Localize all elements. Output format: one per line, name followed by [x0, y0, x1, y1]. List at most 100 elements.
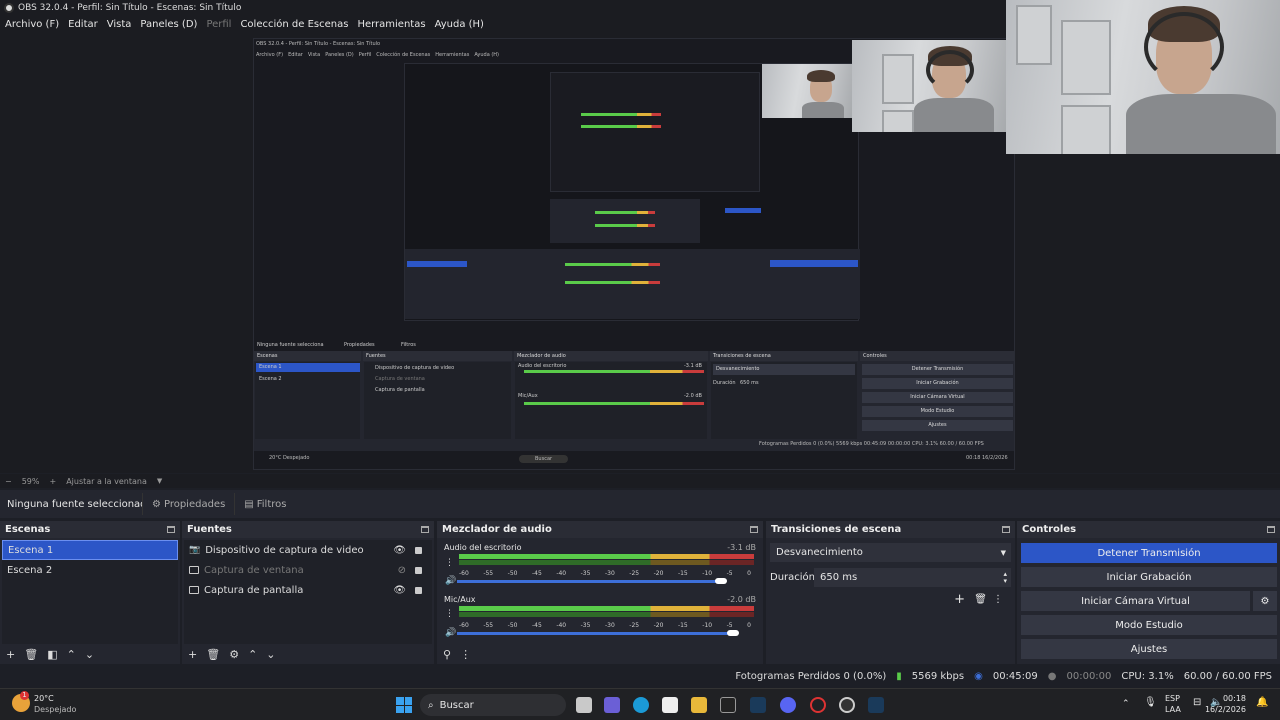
- lock-icon[interactable]: [415, 546, 422, 554]
- scenes-dock: Escenas Escena 1 Escena 2 + 🗑 ◧ ⌃ ⌄: [0, 521, 180, 664]
- trash-icon[interactable]: 🗑: [206, 648, 220, 661]
- zoom-in-button[interactable]: +: [49, 477, 56, 486]
- duration-input[interactable]: 650 ms ▴ ▾: [814, 568, 1011, 587]
- zoom-dropdown-icon[interactable]: ▼: [157, 477, 162, 485]
- speaker-icon[interactable]: 🔊: [445, 576, 456, 586]
- float-icon[interactable]: [167, 526, 175, 533]
- settings-button[interactable]: Ajustes: [1021, 639, 1277, 659]
- meter-tick: -30: [604, 622, 615, 629]
- store-icon[interactable]: [662, 697, 678, 713]
- nested-dur-value: 650 ms: [740, 380, 759, 386]
- obs-taskbar-icon[interactable]: [839, 697, 855, 713]
- chevron-down-icon[interactable]: ⌄: [85, 648, 94, 661]
- menu-coleccion-escenas[interactable]: Colección de Escenas: [240, 19, 348, 30]
- kebab-icon[interactable]: ⋮: [445, 558, 454, 568]
- webcam-medium: [852, 40, 1006, 132]
- volume-slider[interactable]: [457, 630, 739, 636]
- lang-2[interactable]: LAA: [1165, 705, 1181, 714]
- teams-icon[interactable]: [604, 697, 620, 713]
- add-icon[interactable]: +: [954, 592, 965, 607]
- speaker-icon[interactable]: 🔊: [445, 628, 456, 638]
- trash-icon[interactable]: 🗑: [24, 648, 38, 661]
- kebab-icon[interactable]: ⋮: [993, 594, 1003, 605]
- meter-tick: -10: [702, 570, 713, 577]
- menu-paneles[interactable]: Paneles (D): [140, 19, 197, 30]
- add-icon[interactable]: +: [6, 648, 15, 661]
- eye-icon[interactable]: 👁: [393, 545, 406, 556]
- eye-icon[interactable]: 👁: [393, 585, 406, 596]
- menu-perfil[interactable]: Perfil: [206, 19, 231, 30]
- epic-games-icon[interactable]: [720, 697, 736, 713]
- transitions-header: Transiciones de escena: [766, 521, 1015, 538]
- lang-1[interactable]: ESP: [1165, 694, 1180, 703]
- source-item[interactable]: Captura de pantalla 👁: [184, 580, 432, 600]
- volume-slider[interactable]: [457, 578, 727, 584]
- menu-ayuda[interactable]: Ayuda (H): [435, 19, 484, 30]
- link-icon[interactable]: ⚲: [443, 648, 451, 661]
- spin-arrows-icon[interactable]: ▴ ▾: [1003, 570, 1007, 585]
- filters-button[interactable]: ▤ Filtros: [234, 493, 295, 515]
- trash-icon[interactable]: 🗑: [974, 594, 987, 605]
- taskbar-search[interactable]: ⌕ Buscar: [420, 694, 566, 716]
- bell-icon[interactable]: 🔔: [1256, 697, 1268, 708]
- filters-icon[interactable]: ◧: [47, 648, 57, 661]
- steam-2-icon[interactable]: [868, 697, 884, 713]
- channel-db: -2.0 dB: [727, 595, 756, 604]
- lock-icon[interactable]: [415, 566, 422, 574]
- add-icon[interactable]: +: [188, 648, 197, 661]
- stop-streaming-button[interactable]: Detener Transmisión: [1021, 543, 1277, 563]
- float-icon[interactable]: [1267, 526, 1275, 533]
- slider-knob[interactable]: [715, 578, 727, 584]
- start-recording-button[interactable]: Iniciar Grabación: [1021, 567, 1277, 587]
- float-icon[interactable]: [1002, 526, 1010, 533]
- edge-icon[interactable]: [633, 697, 649, 713]
- float-icon[interactable]: [421, 526, 429, 533]
- fps: 60.00 / 60.00 FPS: [1183, 670, 1272, 682]
- clock-date[interactable]: 16/2/2026: [1200, 705, 1246, 714]
- slider-knob[interactable]: [727, 630, 739, 636]
- chevron-down-icon[interactable]: ⌄: [266, 648, 275, 661]
- kebab-icon[interactable]: ⋮: [460, 648, 471, 661]
- gear-icon: ⚙: [1260, 595, 1270, 607]
- source-item[interactable]: Captura de ventana ⊘: [184, 560, 432, 580]
- nested-ctrl-btn: Iniciar Grabación: [862, 378, 1013, 389]
- dropdown-arrow-icon: ▼: [1000, 548, 1006, 557]
- scene-item[interactable]: Escena 1: [2, 540, 178, 560]
- kebab-icon[interactable]: ⋮: [445, 609, 454, 619]
- nested-ctrl-btn: Modo Estudio: [862, 406, 1013, 417]
- clock-time[interactable]: 00:18: [1220, 694, 1246, 703]
- menu-editar[interactable]: Editar: [68, 19, 98, 30]
- meter-tick: 0: [747, 622, 751, 629]
- steam-icon[interactable]: [750, 697, 766, 713]
- discord-icon[interactable]: [780, 697, 796, 713]
- lock-icon[interactable]: [415, 586, 422, 594]
- zoom-out-button[interactable]: −: [5, 477, 12, 486]
- eye-hidden-icon[interactable]: ⊘: [398, 565, 406, 576]
- menu-vista[interactable]: Vista: [107, 19, 132, 30]
- float-icon[interactable]: [750, 526, 758, 533]
- opera-icon[interactable]: [810, 697, 826, 713]
- studio-mode-button[interactable]: Modo Estudio: [1021, 615, 1277, 635]
- nested-ch1-db: -3.1 dB: [684, 363, 702, 369]
- properties-button[interactable]: ⚙ Propiedades: [142, 493, 234, 515]
- nested-ctrl-btn: Detener Transmisión: [862, 364, 1013, 375]
- scene-item[interactable]: Escena 2: [2, 560, 178, 580]
- file-explorer-icon[interactable]: [691, 697, 707, 713]
- windows-start-icon[interactable]: [396, 697, 412, 713]
- duration-value: 650 ms: [820, 572, 858, 583]
- transition-select[interactable]: Desvanecimiento ▼: [770, 543, 1011, 562]
- start-virtual-camera-button[interactable]: Iniciar Cámara Virtual: [1021, 591, 1250, 611]
- chevron-up-icon[interactable]: ⌃: [248, 648, 257, 661]
- mic-icon[interactable]: 🎙: [1144, 697, 1157, 708]
- properties-label: Propiedades: [163, 498, 226, 510]
- gear-icon[interactable]: ⚙: [229, 648, 239, 661]
- menu-archivo[interactable]: Archivo (F): [5, 19, 59, 30]
- task-view-icon[interactable]: [576, 697, 592, 713]
- meter-tick: -40: [556, 570, 567, 577]
- chevron-up-icon[interactable]: ⌃: [1122, 699, 1130, 709]
- menu-herramientas[interactable]: Herramientas: [357, 19, 425, 30]
- chevron-up-icon[interactable]: ⌃: [67, 648, 76, 661]
- virtual-camera-settings-button[interactable]: ⚙: [1253, 591, 1277, 611]
- nested-dock: [550, 199, 700, 243]
- source-item[interactable]: 📷 Dispositivo de captura de video 👁: [184, 540, 432, 560]
